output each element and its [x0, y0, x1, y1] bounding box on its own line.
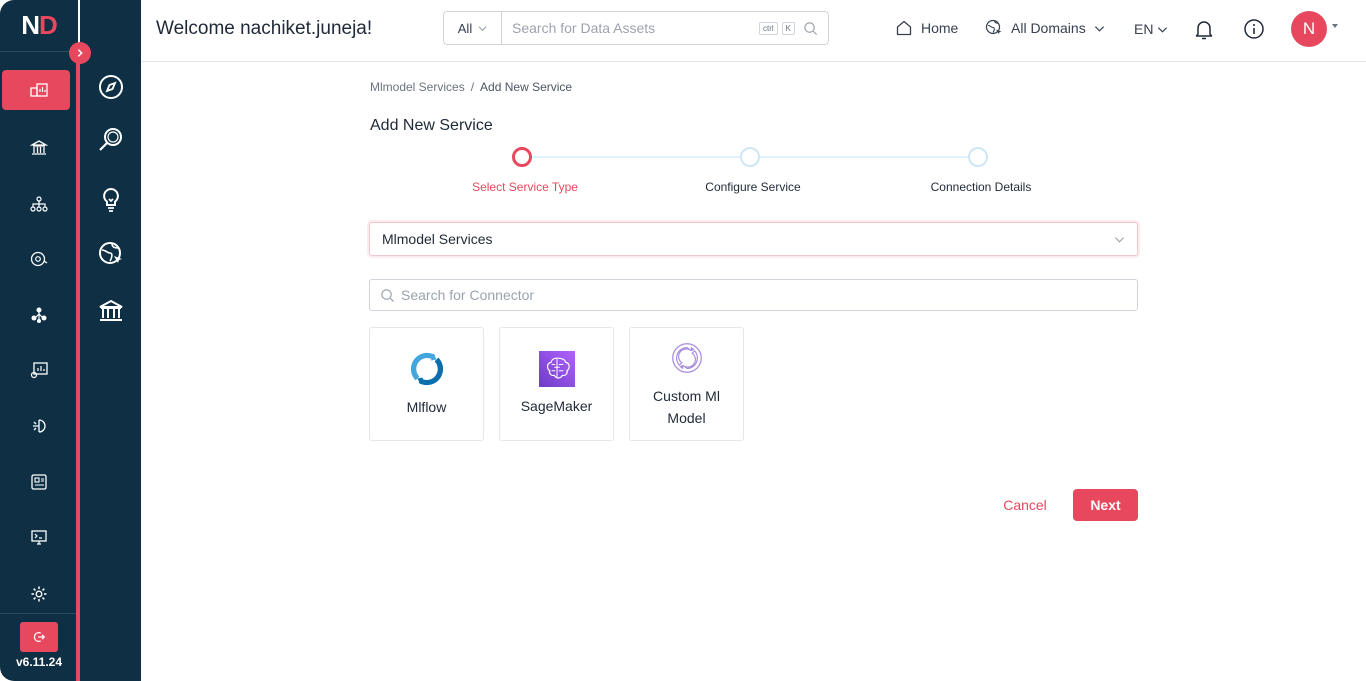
step-2-label: Configure Service: [705, 180, 801, 194]
connector-search: [369, 279, 1138, 311]
step-1-label: Select Service Type: [472, 180, 578, 194]
settings-icon: [31, 586, 47, 602]
hierarchy-icon: [30, 196, 48, 212]
step-3-indicator: [968, 147, 988, 167]
search-button[interactable]: [803, 12, 828, 44]
app-root: ND v6.11.24 Welcome nachiket.juneja! All…: [0, 0, 1366, 681]
page-title: Add New Service: [370, 117, 493, 134]
wizard-stepper: Select Service Type Configure Service Co…: [420, 146, 1080, 196]
logout-icon: [33, 632, 46, 642]
help-button[interactable]: [1243, 18, 1265, 45]
lightbulb-icon: [102, 187, 119, 212]
chevron-down-icon: [1158, 26, 1168, 33]
sidebar-expand-button[interactable]: [69, 42, 91, 64]
subnav: [80, 0, 141, 681]
search-type-select[interactable]: All: [444, 12, 502, 44]
sidebar-item-observability[interactable]: [0, 239, 78, 279]
subnav-item-insights[interactable]: [80, 180, 141, 220]
lineage-icon: [31, 307, 47, 323]
search-shortcut: ctrl K: [758, 12, 803, 44]
sidebar-item-glossary[interactable]: [0, 462, 78, 502]
subnav-item-domains[interactable]: [80, 234, 141, 274]
chevron-down-icon: [1094, 25, 1104, 32]
kbd-k: K: [781, 21, 795, 35]
data-quality-icon: [33, 419, 46, 433]
insights-icon: [30, 362, 48, 379]
breadcrumb: Mlmodel Services / Add New Service: [370, 80, 572, 94]
kbd-ctrl: ctrl: [758, 21, 778, 35]
cancel-button[interactable]: Cancel: [990, 489, 1060, 521]
next-button[interactable]: Next: [1073, 489, 1138, 521]
top-bar: Welcome nachiket.juneja! All ctrl K Home…: [141, 0, 1366, 62]
language-label: EN: [1134, 21, 1154, 37]
domain-globe-icon: [985, 19, 1002, 35]
sagemaker-icon: [538, 351, 575, 387]
app-version: v6.11.24: [15, 655, 63, 669]
observability-icon: [30, 251, 48, 267]
mlflow-icon: [410, 352, 443, 386]
nav-home-label: Home: [921, 20, 959, 36]
info-icon: [1244, 19, 1264, 39]
global-search: All ctrl K: [443, 11, 829, 45]
search-icon: [804, 21, 818, 35]
connector-search-input[interactable]: [401, 287, 1127, 303]
step-1-indicator: [512, 147, 532, 167]
governance-icon: [29, 140, 49, 155]
user-avatar[interactable]: N: [1291, 11, 1327, 47]
explore-icon: [98, 75, 123, 99]
global-search-input[interactable]: [502, 12, 759, 44]
connector-label: SageMaker: [520, 398, 593, 414]
step-3-label: Connection Details: [930, 180, 1032, 194]
monitor-icon: [31, 530, 47, 545]
connector-card-custom-ml-model[interactable]: Custom Ml Model: [629, 327, 744, 441]
chevron-right-icon: [77, 49, 83, 57]
nav-home-link[interactable]: Home: [895, 19, 958, 37]
search-icon: [381, 288, 395, 302]
breadcrumb-separator: /: [470, 80, 475, 94]
search-type-value: All: [457, 20, 473, 36]
chevron-down-icon: [1114, 236, 1125, 243]
sidebar-item-insights[interactable]: [0, 350, 78, 390]
chevron-down-icon: [478, 25, 487, 31]
step-connector: [532, 156, 742, 158]
step-2-indicator: [740, 147, 760, 167]
sidebar-item-data-quality[interactable]: [0, 406, 78, 446]
sidebar-item-dashboard[interactable]: [0, 70, 78, 110]
step-connector: [760, 156, 970, 158]
service-type-select[interactable]: Mlmodel Services: [369, 222, 1138, 256]
bank-icon: [99, 299, 122, 321]
logout-button[interactable]: [20, 622, 58, 652]
sidebar-item-hierarchy[interactable]: [0, 184, 78, 224]
glossary-icon: [31, 474, 47, 490]
sidebar-divider: [0, 613, 78, 614]
subnav-item-governance[interactable]: [80, 291, 141, 331]
brand-logo[interactable]: ND: [0, 0, 78, 52]
sidebar: ND v6.11.24: [0, 0, 78, 681]
connector-card-sagemaker[interactable]: SageMaker: [499, 327, 614, 441]
language-selector[interactable]: EN: [1134, 21, 1168, 37]
breadcrumb-current: Add New Service: [480, 80, 573, 94]
breadcrumb-parent-link[interactable]: Mlmodel Services: [370, 80, 465, 94]
sidebar-item-settings[interactable]: [0, 574, 78, 614]
subnav-item-data-search[interactable]: [80, 120, 141, 160]
sidebar-item-governance[interactable]: [0, 128, 78, 168]
subnav-item-explore[interactable]: [80, 67, 141, 107]
avatar-caret-icon[interactable]: [1332, 24, 1338, 28]
service-type-value: Mlmodel Services: [382, 231, 493, 247]
domain-globe-icon: [98, 242, 122, 264]
sidebar-item-monitor[interactable]: [0, 518, 78, 558]
connector-card-mlflow[interactable]: Mlflow: [369, 327, 484, 441]
connector-label: Custom Ml Model: [653, 388, 720, 426]
domain-selector[interactable]: All Domains: [985, 19, 1105, 37]
data-search-icon: [98, 128, 122, 151]
custom-model-icon: [671, 343, 702, 373]
domain-selector-label: All Domains: [1011, 20, 1086, 36]
notifications-button[interactable]: [1192, 17, 1216, 46]
dashboard-icon: [30, 83, 48, 97]
welcome-text: Welcome nachiket.juneja!: [156, 18, 373, 39]
connector-label: Mlflow: [406, 399, 447, 415]
home-icon: [896, 20, 912, 36]
sidebar-item-lineage[interactable]: [0, 295, 78, 335]
bell-icon: [1195, 21, 1213, 40]
